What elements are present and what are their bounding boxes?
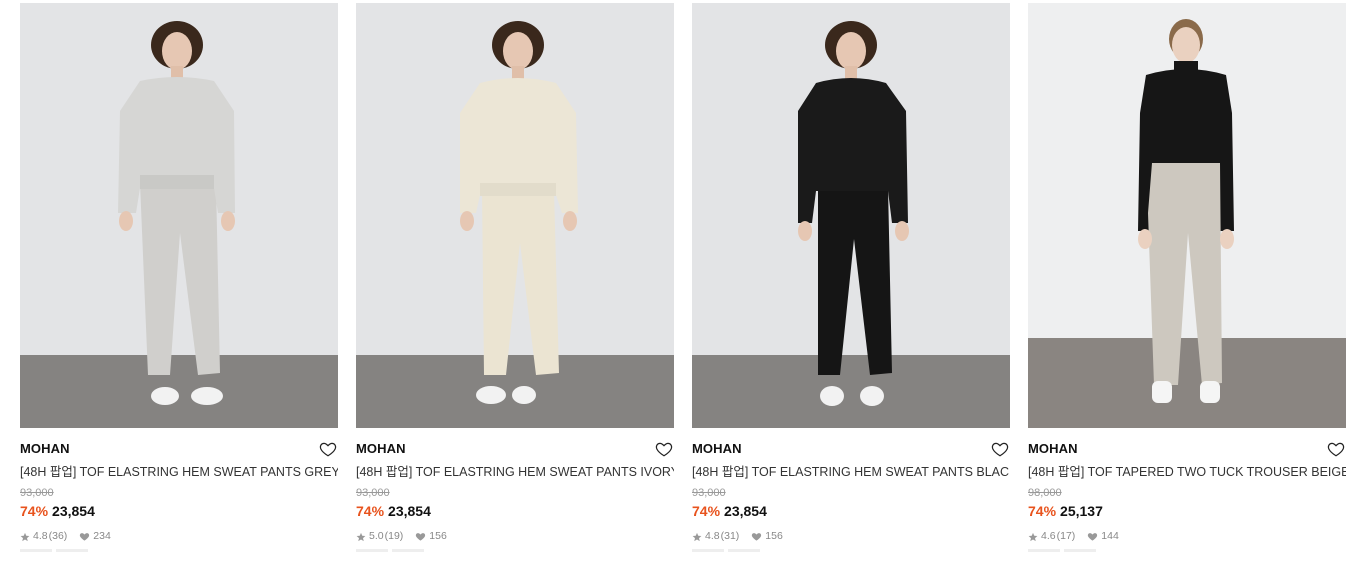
star-icon bbox=[356, 532, 366, 541]
rating-value: 5.0 bbox=[369, 530, 384, 542]
product-photo bbox=[1028, 3, 1346, 428]
brand-name[interactable]: MOHAN bbox=[356, 441, 674, 457]
product-image[interactable] bbox=[20, 3, 338, 428]
product-name[interactable]: [48H 팝업] TOF ELASTRING HEM SWEAT PANTS G… bbox=[20, 464, 338, 480]
like-count: 156 bbox=[429, 530, 447, 542]
product-image[interactable] bbox=[1028, 3, 1346, 428]
discount-rate: 74% bbox=[356, 503, 385, 519]
sale-price: 23,854 bbox=[388, 503, 431, 519]
product-image[interactable] bbox=[356, 3, 674, 428]
sale-price-line: 74% 23,854 bbox=[20, 503, 338, 520]
tag-row bbox=[356, 549, 674, 552]
sale-price-line: 74% 25,137 bbox=[1028, 503, 1346, 520]
sale-price: 23,854 bbox=[52, 503, 95, 519]
original-price: 93,000 bbox=[692, 487, 726, 499]
discount-rate: 74% bbox=[20, 503, 49, 519]
sale-price: 25,137 bbox=[1060, 503, 1103, 519]
product-photo bbox=[692, 3, 1010, 428]
review-stats: 4.8 (31) 156 bbox=[692, 530, 1010, 543]
review-count: (19) bbox=[384, 530, 404, 542]
product-info: MOHAN [48H 팝업] TOF ELASTRING HEM SWEAT P… bbox=[692, 428, 1010, 552]
wishlist-heart-icon[interactable] bbox=[655, 440, 673, 458]
product-photo bbox=[20, 3, 338, 428]
like-count: 234 bbox=[93, 530, 111, 542]
heart-filled-icon bbox=[752, 533, 762, 541]
discount-rate: 74% bbox=[692, 503, 721, 519]
review-stats: 4.6 (17) 144 bbox=[1028, 530, 1346, 543]
product-photo bbox=[356, 3, 674, 428]
star-icon bbox=[20, 532, 30, 541]
like-count: 144 bbox=[1101, 530, 1119, 542]
review-count: (17) bbox=[1056, 530, 1076, 542]
heart-filled-icon bbox=[1088, 533, 1098, 541]
product-info: MOHAN [48H 팝업] TOF ELASTRING HEM SWEAT P… bbox=[20, 428, 338, 552]
sale-price-line: 74% 23,854 bbox=[692, 503, 1010, 520]
product-info: MOHAN [48H 팝업] TOF ELASTRING HEM SWEAT P… bbox=[356, 428, 674, 552]
original-price: 93,000 bbox=[356, 487, 390, 499]
product-info: MOHAN [48H 팝업] TOF TAPERED TWO TUCK TROU… bbox=[1028, 428, 1346, 552]
sale-price-line: 74% 23,854 bbox=[356, 503, 674, 520]
review-stats: 4.8 (36) 234 bbox=[20, 530, 338, 543]
tag-row bbox=[20, 549, 338, 552]
tag-row bbox=[692, 549, 1010, 552]
product-name[interactable]: [48H 팝업] TOF ELASTRING HEM SWEAT PANTS I… bbox=[356, 464, 674, 480]
brand-name[interactable]: MOHAN bbox=[692, 441, 1010, 457]
sale-price: 23,854 bbox=[724, 503, 767, 519]
product-image[interactable] bbox=[692, 3, 1010, 428]
heart-filled-icon bbox=[416, 533, 426, 541]
like-count: 156 bbox=[765, 530, 783, 542]
review-count: (31) bbox=[720, 530, 740, 542]
original-price: 93,000 bbox=[20, 487, 54, 499]
tag-row bbox=[1028, 549, 1346, 552]
brand-name[interactable]: MOHAN bbox=[20, 441, 338, 457]
star-icon bbox=[692, 532, 702, 541]
original-price: 98,000 bbox=[1028, 487, 1062, 499]
product-grid: MOHAN [48H 팝업] TOF ELASTRING HEM SWEAT P… bbox=[0, 0, 1349, 562]
product-card[interactable]: MOHAN [48H 팝업] TOF ELASTRING HEM SWEAT P… bbox=[692, 3, 1010, 552]
wishlist-heart-icon[interactable] bbox=[319, 440, 337, 458]
product-card[interactable]: MOHAN [48H 팝업] TOF ELASTRING HEM SWEAT P… bbox=[20, 3, 338, 552]
rating-value: 4.6 bbox=[1041, 530, 1056, 542]
discount-rate: 74% bbox=[1028, 503, 1057, 519]
rating-value: 4.8 bbox=[705, 530, 720, 542]
product-name[interactable]: [48H 팝업] TOF ELASTRING HEM SWEAT PANTS B… bbox=[692, 464, 1010, 480]
brand-name[interactable]: MOHAN bbox=[1028, 441, 1346, 457]
heart-filled-icon bbox=[80, 533, 90, 541]
product-card[interactable]: MOHAN [48H 팝업] TOF TAPERED TWO TUCK TROU… bbox=[1028, 3, 1346, 552]
review-stats: 5.0 (19) 156 bbox=[356, 530, 674, 543]
product-name[interactable]: [48H 팝업] TOF TAPERED TWO TUCK TROUSER BE… bbox=[1028, 464, 1346, 480]
star-icon bbox=[1028, 532, 1038, 541]
wishlist-heart-icon[interactable] bbox=[1327, 440, 1345, 458]
wishlist-heart-icon[interactable] bbox=[991, 440, 1009, 458]
review-count: (36) bbox=[48, 530, 68, 542]
rating-value: 4.8 bbox=[33, 530, 48, 542]
product-card[interactable]: MOHAN [48H 팝업] TOF ELASTRING HEM SWEAT P… bbox=[356, 3, 674, 552]
